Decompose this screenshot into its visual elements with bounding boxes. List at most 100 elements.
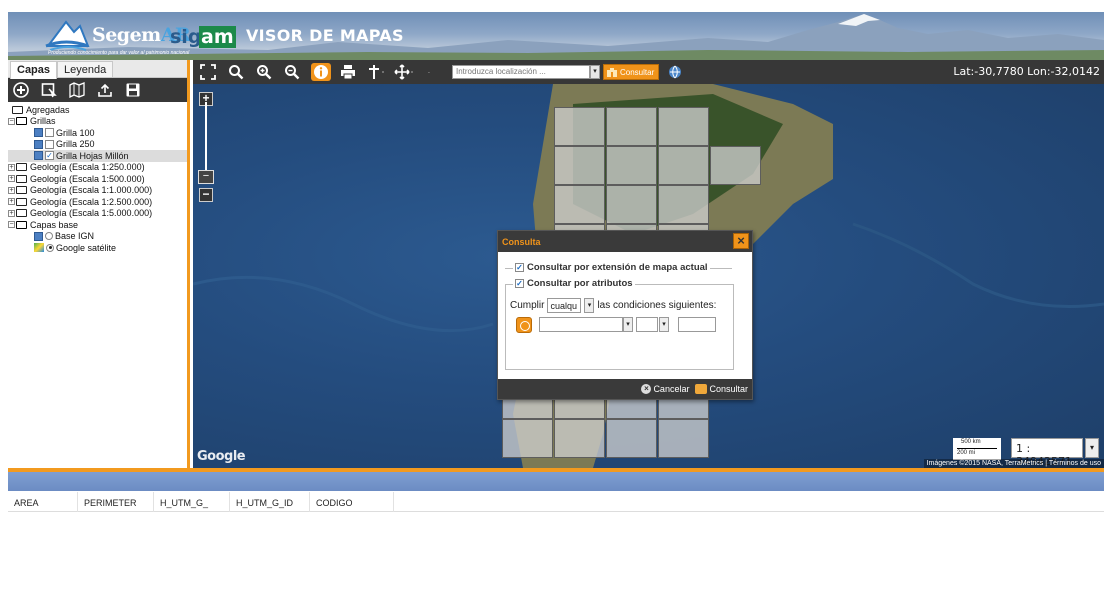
info-icon[interactable] xyxy=(311,63,331,81)
dialog-footer: × Cancelar Consultar xyxy=(498,379,752,399)
chevron-down-icon[interactable]: ▾ xyxy=(659,317,669,332)
grid-cell[interactable] xyxy=(606,107,657,146)
remove-condition-button[interactable] xyxy=(516,317,532,333)
tab-leyenda[interactable]: Leyenda xyxy=(57,61,114,77)
chevron-down-icon[interactable]: ▾ xyxy=(584,298,595,313)
grid-cell[interactable] xyxy=(658,146,709,185)
operator-select[interactable] xyxy=(636,317,658,332)
layer-checkbox[interactable]: ✓ xyxy=(45,151,54,161)
add-layer-icon[interactable] xyxy=(12,81,30,99)
select-layer-icon[interactable] xyxy=(40,81,58,99)
layer-checkbox[interactable] xyxy=(45,128,54,138)
grid-cell[interactable] xyxy=(658,107,709,146)
collapse-icon[interactable]: − xyxy=(8,117,15,125)
scale-select[interactable]: 1 : 34942571 xyxy=(1011,438,1083,468)
grid-cell[interactable] xyxy=(710,146,761,185)
expand-icon[interactable]: + xyxy=(8,186,15,194)
grid-cell[interactable] xyxy=(606,146,657,185)
tree-item-geologia-5000000[interactable]: + Geología (Escala 1:5.000.000) xyxy=(8,208,187,220)
results-grid-body xyxy=(8,513,1104,612)
extent-fieldset: ✓ Consultar por extensión de mapa actual xyxy=(505,262,732,273)
tree-item-grilla-hojas-millon[interactable]: ✓ Grilla Hojas Millón xyxy=(8,150,187,162)
zoom-icon[interactable] xyxy=(227,63,245,81)
dropdown-arrow-icon[interactable]: · xyxy=(422,63,436,81)
location-search-input[interactable]: Introduzca localización ... xyxy=(452,65,590,79)
conditions-row: Cumplir cualqu ▾ las condiciones siguien… xyxy=(510,298,716,313)
field-select[interactable] xyxy=(539,317,623,332)
upload-icon[interactable] xyxy=(96,81,114,99)
folder-icon xyxy=(16,186,27,195)
tree-item-grilla-100[interactable]: Grilla 100 xyxy=(8,127,187,139)
close-icon[interactable]: × xyxy=(733,233,749,249)
grid-cell[interactable] xyxy=(658,185,709,224)
tab-capas[interactable]: Capas xyxy=(10,61,58,79)
globe-icon[interactable] xyxy=(667,63,683,81)
submit-button[interactable]: Consultar xyxy=(695,384,748,394)
value-input[interactable] xyxy=(678,317,716,332)
layer-checkbox[interactable] xyxy=(45,139,54,149)
measure-icon[interactable] xyxy=(365,63,387,81)
tree-item-grilla-250[interactable]: Grilla 250 xyxy=(8,139,187,151)
chevron-down-icon[interactable]: ▾ xyxy=(623,317,633,332)
grid-cell[interactable] xyxy=(554,419,605,458)
binoculars-icon xyxy=(607,68,617,77)
column-header[interactable]: CODIGO xyxy=(310,492,394,512)
save-icon[interactable] xyxy=(124,81,142,99)
zoom-slider-handle[interactable]: − xyxy=(198,170,214,184)
expand-icon[interactable]: + xyxy=(8,209,15,217)
results-title-bar xyxy=(8,472,1104,491)
layer-icon xyxy=(34,139,43,149)
scale-dropdown-icon[interactable]: ▾ xyxy=(1085,438,1099,458)
grid-cell[interactable] xyxy=(606,185,657,224)
folder-icon xyxy=(12,105,23,114)
base-radio[interactable] xyxy=(46,243,54,252)
sigam-logo-sig: sig xyxy=(170,26,202,48)
folder-icon xyxy=(16,174,27,183)
tree-item-geologia-250000[interactable]: + Geología (Escala 1:250.000) xyxy=(8,162,187,174)
results-grid-header: AREA PERIMETER H_UTM_G_ H_UTM_G_ID CODIG… xyxy=(8,492,1104,512)
print-icon[interactable] xyxy=(339,63,357,81)
tree-item-capas-base[interactable]: − Capas base xyxy=(8,219,187,231)
attributes-checkbox[interactable]: ✓ xyxy=(515,279,524,288)
binoculars-icon xyxy=(695,384,708,394)
expand-icon[interactable]: + xyxy=(8,198,15,206)
collapse-icon[interactable]: − xyxy=(8,221,15,229)
zoom-in-icon[interactable] xyxy=(255,63,273,81)
map-icon[interactable] xyxy=(68,81,86,99)
tree-item-geologia-2500000[interactable]: + Geología (Escala 1:2.500.000) xyxy=(8,196,187,208)
base-radio[interactable] xyxy=(45,232,53,241)
grid-cell[interactable] xyxy=(554,107,605,146)
tree-item-geologia-1000000[interactable]: + Geología (Escala 1:1.000.000) xyxy=(8,185,187,197)
google-logo: Google xyxy=(197,449,246,464)
layers-panel: Capas Leyenda Agregadas − Grillas Grilla … xyxy=(8,60,190,468)
pan-icon[interactable] xyxy=(393,63,415,81)
folder-open-icon xyxy=(16,220,27,229)
tree-item-base-ign[interactable]: Base IGN xyxy=(8,231,187,243)
match-mode-select[interactable]: cualqu xyxy=(547,298,582,313)
grid-cell[interactable] xyxy=(658,419,709,458)
column-header[interactable]: H_UTM_G_ID xyxy=(230,492,310,512)
coordinates-readout: Lat:-30,7780 Lon:-32,0142 xyxy=(953,65,1100,78)
column-header[interactable]: H_UTM_G_ xyxy=(154,492,230,512)
grid-cell[interactable] xyxy=(554,185,605,224)
tree-item-grillas[interactable]: − Grillas xyxy=(8,116,187,128)
grid-cell[interactable] xyxy=(554,146,605,185)
grid-cell[interactable] xyxy=(606,419,657,458)
zoom-out-icon[interactable] xyxy=(283,63,301,81)
column-header[interactable]: PERIMETER xyxy=(78,492,154,512)
extent-checkbox[interactable]: ✓ xyxy=(515,263,524,272)
zoom-out-button[interactable]: − xyxy=(199,188,213,202)
full-extent-icon[interactable] xyxy=(199,63,217,81)
consultar-button[interactable]: Consultar xyxy=(603,64,660,80)
tree-item-geologia-500000[interactable]: + Geología (Escala 1:500.000) xyxy=(8,173,187,185)
expand-icon[interactable]: + xyxy=(8,175,15,183)
consulta-dialog: Consulta × ✓ Consultar por extensión de … xyxy=(497,230,753,400)
grid-cell[interactable] xyxy=(502,419,553,458)
expand-icon[interactable]: + xyxy=(8,163,15,171)
column-header[interactable]: AREA xyxy=(8,492,78,512)
location-dropdown-button[interactable]: ▾ xyxy=(590,65,600,79)
tree-item-google-satelite[interactable]: Google satélite xyxy=(8,242,187,254)
folder-open-icon xyxy=(16,117,27,126)
cancel-button[interactable]: × Cancelar xyxy=(641,384,689,394)
tree-item-agregadas[interactable]: Agregadas xyxy=(8,104,187,116)
